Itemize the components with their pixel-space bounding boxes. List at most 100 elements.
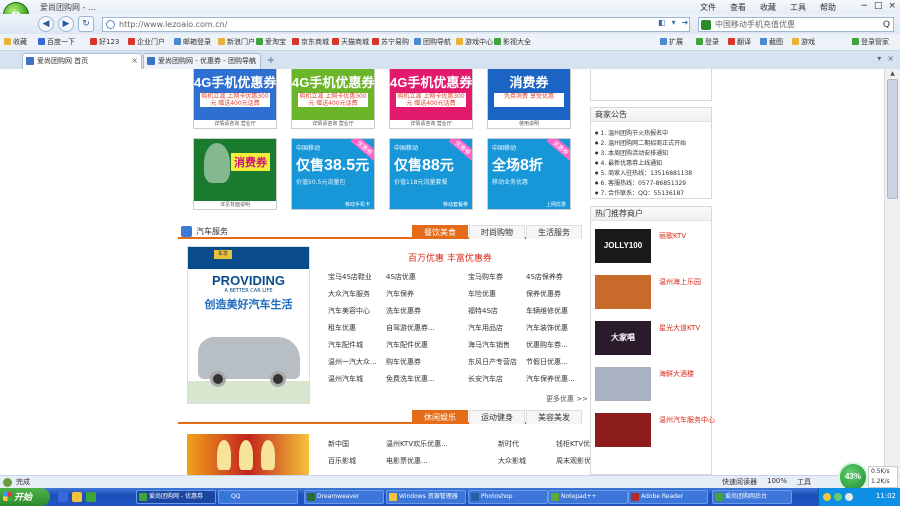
notice-item[interactable]: 7. 合作联系：QQ：55136187 <box>595 188 707 197</box>
favorite-link[interactable]: 游戏中心 <box>456 37 493 47</box>
tab-life-services[interactable]: 生活服务 <box>526 225 582 239</box>
leisure-banner-image[interactable] <box>187 434 309 475</box>
favorite-link[interactable]: 百度一下 <box>38 37 75 47</box>
tab-leisure[interactable]: 休闲娱乐 <box>412 410 468 424</box>
tray-icon[interactable] <box>834 493 842 501</box>
coupon-card[interactable]: 4G手机优惠券 购机立减 上网卡优惠300元 赠送400元话费 详情请咨询 营业厅 <box>291 69 375 129</box>
deal-offer-link[interactable]: 购车优惠券 <box>386 357 464 367</box>
deal-merchant-link[interactable]: 东风日产专营店 <box>468 357 524 367</box>
favorite-link[interactable]: 收藏 <box>4 37 27 47</box>
tab-list-icon[interactable]: ▾ <box>877 54 881 63</box>
tab-beauty[interactable]: 美容美发 <box>526 410 582 424</box>
toolbar-button[interactable]: 游戏 <box>792 37 815 47</box>
zoom-level[interactable]: 100% <box>767 477 787 487</box>
close-tab-icon[interactable]: × <box>250 54 257 68</box>
notice-item[interactable]: 2. 温州团购网二期招商正式开始 <box>595 138 707 147</box>
scroll-thumb[interactable] <box>887 79 898 199</box>
toolbar-button[interactable]: 登录管家 <box>852 37 889 47</box>
deal-offer-link[interactable]: 汽车保养 <box>386 289 464 299</box>
coupon-card[interactable]: 消费券 凭券消费 享受优惠 使用说明 <box>487 69 571 129</box>
menu-file[interactable]: 文件 <box>700 2 716 13</box>
favorite-link[interactable]: 企业门户 <box>128 37 165 47</box>
taskbar-button[interactable]: Adobe Reader <box>628 490 708 504</box>
leisure-merchant-link[interactable]: 大众影城 <box>498 456 554 466</box>
car-ad-banner[interactable]: 车享 PROVIDING A BETTER CAR LIFE 创造美好汽车生活 <box>187 246 310 404</box>
minimize-icon[interactable]: − <box>860 1 868 11</box>
merchant-thumbnail[interactable] <box>595 367 651 401</box>
notice-item[interactable]: 5. 商家入驻热线：13516881138 <box>595 168 707 177</box>
tab-home[interactable]: 爱尚团购网 首页 × <box>22 53 142 69</box>
favorite-link[interactable]: 影视大全 <box>494 37 531 47</box>
toolbar-button[interactable]: 登录 <box>696 37 719 47</box>
deal-offer-link[interactable]: 节假日优惠... <box>526 357 582 367</box>
tab-sports[interactable]: 运动健身 <box>469 410 525 424</box>
close-icon[interactable]: × <box>888 1 896 11</box>
close-tab-icon[interactable]: × <box>131 54 138 68</box>
coupon-card[interactable]: 4G手机优惠券 购机立减 上网卡优惠300元 赠送400元话费 详情请咨询 营业厅 <box>193 69 277 129</box>
deal-merchant-link[interactable]: 汽车配件城 <box>328 340 384 350</box>
deal-offer-link[interactable]: 4S店优惠 <box>386 272 464 282</box>
notice-item[interactable]: 3. 本周团购活动安排通知 <box>595 148 707 157</box>
deal-offer-link[interactable]: 优惠购车券... <box>526 340 582 350</box>
taskbar-button[interactable]: Photoshop <box>468 490 548 504</box>
notice-item[interactable]: 6. 客服热线：0577-86851329 <box>595 178 707 187</box>
more-deals-link[interactable]: 更多优惠 >> <box>546 394 588 404</box>
search-box[interactable]: 中国移动手机充值优惠 Q <box>698 17 894 32</box>
tab-coupons[interactable]: 爱尚团购网 - 优惠券 - 团购导航 × <box>143 53 261 69</box>
leisure-merchant-link[interactable]: 百乐影城 <box>328 456 384 466</box>
deal-merchant-link[interactable]: 福特4S店 <box>468 306 524 316</box>
deal-offer-link[interactable]: 免费洗车优惠... <box>386 374 464 384</box>
close-all-icon[interactable]: × <box>887 54 894 63</box>
leisure-merchant-link[interactable]: 新中国 <box>328 439 384 449</box>
toolbar-button[interactable]: 截图 <box>760 37 783 47</box>
deal-merchant-link[interactable]: 长安汽车店 <box>468 374 524 384</box>
taskbar-button[interactable]: Dreamweaver <box>304 490 384 504</box>
menu-view[interactable]: 查看 <box>730 2 746 13</box>
tab-shopping[interactable]: 时尚购物 <box>469 225 525 239</box>
favorite-link[interactable]: 京东商城 <box>292 37 329 47</box>
merchant-thumbnail[interactable] <box>595 275 651 309</box>
favorite-link[interactable]: 好123 <box>90 37 119 47</box>
deal-merchant-link[interactable]: 汽车美容中心 <box>328 306 384 316</box>
leisure-offer-link[interactable]: 温州KTV欢乐优惠... <box>386 439 494 449</box>
toolbar-button[interactable]: 扩展 <box>660 37 683 47</box>
volume-icon[interactable] <box>845 493 853 501</box>
deal-merchant-link[interactable]: 温州汽车城 <box>328 374 384 384</box>
deal-merchant-link[interactable]: 海马汽车销售 <box>468 340 524 350</box>
merchant-name[interactable]: 星光大道KTV <box>659 323 700 333</box>
taskbar-button[interactable]: Windows 资源管理器 <box>386 490 466 504</box>
tools-menu[interactable]: 工具 <box>797 477 811 487</box>
deal-merchant-link[interactable]: 温州一汽大众... <box>328 357 384 367</box>
favorite-link[interactable]: 新浪门户 <box>218 37 255 47</box>
deal-merchant-link[interactable]: 租车优惠 <box>328 323 384 333</box>
merchant-name[interactable]: 温州海上乐园 <box>659 277 701 287</box>
compat-icon[interactable]: ◧ <box>658 18 666 27</box>
deal-merchant-link[interactable]: 汽车用品店 <box>468 323 524 333</box>
toolbar-button[interactable]: 翻译 <box>728 37 751 47</box>
coupon-card[interactable]: 中国移动 全场8折 移动业务优惠 优惠券 上网优惠 <box>487 138 571 210</box>
deal-offer-link[interactable]: 4S店保养券 <box>526 272 582 282</box>
back-arrow-icon[interactable]: ◀ <box>38 16 54 32</box>
coupon-card[interactable]: 中国移动 仅售88元 价值118元流量套餐 优惠券 移动套餐券 <box>389 138 473 210</box>
tab-food[interactable]: 餐饮美食 <box>412 225 468 239</box>
vertical-scrollbar[interactable]: ▲ ▼ <box>884 69 900 475</box>
coupon-card[interactable]: 4G手机优惠券 购机立减 上网卡优惠300元 赠送400元话费 详情请咨询 营业厅 <box>389 69 473 129</box>
merchant-thumbnail[interactable]: 大家唱 <box>595 321 651 355</box>
favorite-link[interactable]: 天猫商城 <box>332 37 369 47</box>
deal-merchant-link[interactable]: 宝马购车券 <box>468 272 524 282</box>
leisure-offer-link[interactable]: 电影票优惠... <box>386 456 494 466</box>
maximize-icon[interactable]: □ <box>874 1 883 11</box>
new-tab-icon[interactable]: + <box>264 54 278 68</box>
deal-merchant-link[interactable]: 大众汽车服务 <box>328 289 384 299</box>
deal-offer-link[interactable]: 自驾游优惠券... <box>386 323 464 333</box>
favorite-link[interactable]: 爱淘宝 <box>256 37 286 47</box>
search-icon[interactable]: Q <box>883 19 890 32</box>
go-icon[interactable]: ➔ <box>682 18 689 27</box>
scroll-up-icon[interactable]: ▲ <box>885 69 900 79</box>
forward-arrow-icon[interactable]: ▶ <box>58 16 74 32</box>
deal-offer-link[interactable]: 洗车优惠券 <box>386 306 464 316</box>
notice-item[interactable]: 4. 最新优惠券上线通知 <box>595 158 707 167</box>
favorite-link[interactable]: 邮箱登录 <box>174 37 211 47</box>
start-button[interactable]: 开始 <box>0 488 50 506</box>
deal-offer-link[interactable]: 汽车装饰优惠 <box>526 323 582 333</box>
